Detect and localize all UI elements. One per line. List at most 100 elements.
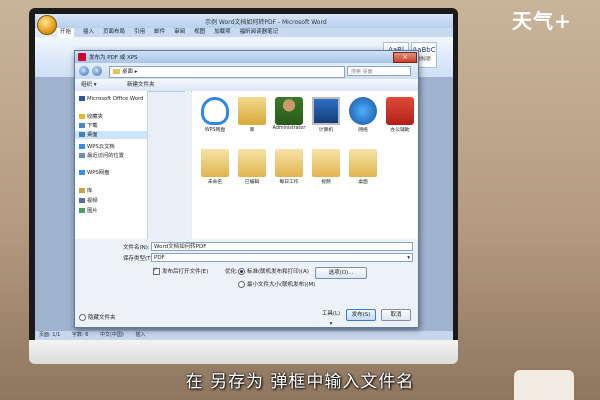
forward-arrow-icon[interactable]: › [92,66,102,76]
vertical-scrollbar[interactable] [185,91,191,239]
tab-home[interactable]: 开始 [57,28,75,37]
folder-icon [201,149,229,177]
optimize-label: 优化: [225,269,238,275]
folder-icon [113,69,120,74]
optimize-standard-radio[interactable]: 标准(联机发布和打印)(A) [238,267,309,275]
nav-item[interactable]: 视频 [75,197,147,205]
nav-item-label: WPS云文档 [87,144,115,150]
user-icon [275,97,303,125]
file-item[interactable]: WPS网盘 [196,97,234,133]
file-item[interactable]: 每日工作 [270,149,308,185]
caption-subtitle: 在 另存为 弹框中输入文件名 [185,372,415,392]
nav-item[interactable]: WPS云文档 [75,143,147,151]
filetype-label: 保存类型(T): [123,256,155,262]
office-button-icon[interactable] [37,15,57,35]
tab-page-layout[interactable]: 页面布局 [103,28,125,37]
nav-item[interactable]: 桌面 [75,131,147,139]
new-folder-button[interactable]: 新建文件夹 [127,79,155,91]
cloud-drive-icon [79,170,85,175]
organize-button[interactable]: 组织 ▾ [81,79,97,91]
status-language: 中文(中国) [99,332,124,338]
options-button[interactable]: 选项(O)... [315,267,367,279]
nav-item-label: 下载 [87,123,98,129]
nav-item[interactable]: 收藏夹 [75,113,147,121]
address-field[interactable]: 桌面 ▸ [109,66,345,78]
hide-folders-toggle[interactable]: 隐藏文件夹 [79,313,116,321]
file-item-label: 每日工作 [279,180,299,185]
optimize-min-label: 最小文件大小(联机发布)(M) [247,282,316,288]
file-item[interactable]: 已编辑 [233,149,271,185]
word-title-bar: 示例 Word文档如何转PDF - Microsoft Word [35,14,453,28]
file-item[interactable]: 计算机 [307,97,345,133]
office-assist-icon [386,97,414,125]
nav-item-label: 最近访问的位置 [87,153,125,159]
open-after-publish-checkbox[interactable]: 发布后打开文件(E) [153,266,208,275]
file-item[interactable]: 未命名 [196,149,234,185]
file-item-label: 网络 [358,128,368,133]
file-item[interactable]: 桌面 [344,149,382,185]
optimize-standard-label: 标准(联机发布和打印)(A) [247,269,309,275]
file-item-label: WPS网盘 [204,128,226,133]
tab-view[interactable]: 视图 [194,28,205,37]
file-item-label: 未命名 [207,180,223,185]
desktop-icon [79,132,85,137]
filetype-select[interactable]: PDF ▾ [151,253,413,262]
file-item-label: 已编辑 [244,180,260,185]
file-item-label: 桌面 [358,180,368,185]
publish-button[interactable]: 发布(S) [346,309,376,321]
file-item[interactable]: 库 [233,97,271,133]
file-item[interactable]: 视频 [307,149,345,185]
recent-icon [79,153,85,158]
status-mode: 插入 [135,332,146,338]
folder-icon [349,149,377,177]
folder-icon [312,149,340,177]
file-item[interactable]: Administrator [270,97,308,131]
dialog-title-bar: 发布为 PDF 或 XPS [75,51,418,63]
back-arrow-icon[interactable]: ‹ [79,66,89,76]
nav-item-label: 收藏夹 [87,114,103,120]
tab-foxit-notes[interactable]: 福昕阅读器笔记 [240,28,279,37]
library-icon [79,188,85,193]
file-item-label: Administrator [272,126,306,131]
chevron-down-icon: ▾ [407,255,410,261]
status-page: 页面: 1/1 [39,332,61,338]
filename-label: 文件名(N): [123,245,150,251]
tab-insert[interactable]: 插入 [83,28,94,37]
word-icon [79,96,85,101]
status-words: 字数: 6 [71,332,89,338]
watermark-logo: 天气+ [512,9,572,33]
tab-addins[interactable]: 加载项 [214,28,231,37]
wps-cloud-icon [201,97,229,125]
hide-folders-label: 隐藏文件夹 [88,315,116,321]
tools-button[interactable]: 工具(L) ▾ [321,309,341,327]
screen: 示例 Word文档如何转PDF - Microsoft Word 开始 插入 页面布… [35,14,453,340]
tab-mailings[interactable]: 邮件 [154,28,165,37]
nav-item-label: Microsoft Office Word [87,96,144,102]
radio-icon [238,268,245,275]
nav-item[interactable]: Microsoft Office Word [75,95,147,103]
optimize-min-radio[interactable]: 最小文件大小(联机发布)(M) [238,280,315,288]
nav-item[interactable]: WPS网盘 [75,169,147,177]
star-icon [79,114,85,119]
nav-item[interactable]: 最近访问的位置 [75,152,147,160]
file-item[interactable]: 办公辅助 [381,97,419,133]
checkbox-icon [153,266,160,275]
cancel-button[interactable]: 取消 [381,309,411,321]
filename-input[interactable]: Word文档如何转PDF [151,242,413,251]
close-icon[interactable]: × [393,52,417,63]
monitor-chin [29,340,458,364]
file-item-label: 计算机 [318,128,334,133]
tab-references[interactable]: 引用 [134,28,145,37]
cloud-icon [79,144,85,149]
navigation-list: Microsoft Office Word 收藏夹下载桌面 WPS云文档最近访问的位… [75,91,147,239]
search-input[interactable]: 搜索 桌面 [347,66,411,76]
nav-item[interactable]: 下载 [75,122,147,130]
nav-item-label: 库 [87,188,93,194]
word-window-title: 示例 Word文档如何转PDF - Microsoft Word [205,19,327,26]
nav-item[interactable]: 图片 [75,207,147,215]
file-item[interactable]: 网络 [344,97,382,133]
ribbon-tabs: 开始 插入 页面布局 引用 邮件 审阅 视图 加载项 福昕阅读器笔记 [57,28,453,37]
nav-item[interactable]: 库 [75,187,147,195]
filetype-value: PDF [154,255,165,261]
tab-review[interactable]: 审阅 [174,28,185,37]
